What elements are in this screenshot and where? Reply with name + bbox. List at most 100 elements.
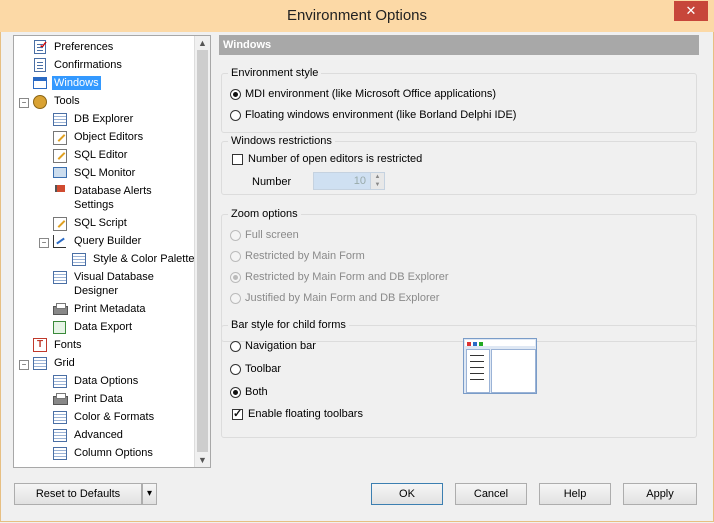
tree-item-windows[interactable]: Windows bbox=[32, 76, 101, 93]
full-screen-radio[interactable]: Full screen bbox=[230, 229, 299, 241]
toolbar-radio[interactable]: Toolbar bbox=[230, 363, 281, 375]
tree-item-label: Database Alerts Settings bbox=[74, 185, 152, 211]
color-formats-icon bbox=[52, 410, 68, 424]
panel-title: Windows bbox=[223, 39, 272, 51]
option-label: Justified by Main Form and DB Explorer bbox=[245, 292, 440, 304]
preview-toolbar bbox=[465, 340, 535, 346]
preview-green-icon bbox=[479, 342, 483, 346]
tree-item-label: Object Editors bbox=[74, 131, 144, 143]
scroll-up-icon[interactable]: ▲ bbox=[195, 36, 210, 50]
collapse-grid-icon[interactable]: − bbox=[19, 360, 29, 370]
tree-item-label: SQL Monitor bbox=[74, 167, 136, 179]
tree-item-sql-monitor[interactable]: SQL Monitor bbox=[52, 166, 137, 183]
option-label: Full screen bbox=[245, 229, 299, 241]
tools-icon bbox=[32, 94, 48, 109]
tree-item-label: Confirmations bbox=[54, 59, 122, 71]
bar-style-group: Bar style for child forms Navigation bar… bbox=[221, 318, 697, 438]
dialog-body: Preferences Confirmations Windows − Tool… bbox=[0, 32, 714, 522]
preview-red-icon bbox=[467, 342, 471, 346]
checkbox-icon bbox=[232, 407, 243, 420]
tree-item-database-alerts-settings[interactable]: Database Alerts Settings bbox=[52, 184, 168, 211]
tree-item-preferences[interactable]: Preferences bbox=[32, 39, 115, 57]
tree-item-print-metadata[interactable]: Print Metadata bbox=[52, 302, 148, 319]
tree-item-advanced[interactable]: Advanced bbox=[52, 428, 125, 445]
floating-windows-radio[interactable]: Floating windows environment (like Borla… bbox=[230, 109, 516, 121]
navigation-bar-radio[interactable]: Navigation bar bbox=[230, 340, 316, 352]
collapse-query-builder-icon[interactable]: − bbox=[39, 238, 49, 248]
tree-item-label: SQL Script bbox=[74, 217, 127, 229]
number-stepper[interactable]: 10 ▲ ▼ bbox=[313, 172, 385, 190]
tree-item-fonts[interactable]: T Fonts bbox=[32, 338, 84, 355]
tree-item-sql-script[interactable]: SQL Script bbox=[52, 216, 129, 233]
restricted-main-form-radio[interactable]: Restricted by Main Form bbox=[230, 250, 365, 262]
enable-floating-toolbars-checkbox[interactable]: Enable floating toolbars bbox=[232, 407, 363, 420]
tree-item-query-builder[interactable]: Query Builder bbox=[52, 234, 143, 251]
option-label: Enable floating toolbars bbox=[248, 408, 363, 420]
restrict-editors-checkbox[interactable]: Number of open editors is restricted bbox=[232, 153, 422, 165]
tree-item-confirmations[interactable]: Confirmations bbox=[32, 58, 124, 75]
group-title: Zoom options bbox=[228, 207, 301, 221]
sql-editor-icon bbox=[52, 148, 68, 163]
mdi-environment-radio[interactable]: MDI environment (like Microsoft Office a… bbox=[230, 88, 496, 100]
tree-item-label: DB Explorer bbox=[74, 113, 134, 125]
group-title: Bar style for child forms bbox=[228, 318, 349, 332]
palette-icon bbox=[71, 252, 87, 266]
tree-item-object-editors[interactable]: Object Editors bbox=[52, 130, 145, 147]
windows-restrictions-group: Windows restrictions Number of open edit… bbox=[221, 134, 697, 195]
preview-line bbox=[470, 367, 484, 368]
printer-icon bbox=[52, 302, 68, 316]
stepper-arrows-icon[interactable]: ▲ ▼ bbox=[370, 173, 384, 189]
reset-to-defaults-button[interactable]: Reset to Defaults bbox=[14, 483, 142, 505]
sql-monitor-icon bbox=[52, 166, 68, 180]
preview-navbar bbox=[466, 349, 490, 393]
apply-button[interactable]: Apply bbox=[623, 483, 697, 505]
scroll-down-icon[interactable]: ▼ bbox=[195, 453, 210, 467]
tree-item-sql-editor[interactable]: SQL Editor bbox=[52, 148, 129, 165]
preview-line bbox=[470, 373, 484, 374]
tree-item-visual-database-designer[interactable]: Visual Database Designer bbox=[52, 270, 168, 297]
tree-item-label: Data Export bbox=[74, 321, 133, 333]
ok-button[interactable]: OK bbox=[371, 483, 443, 505]
reset-dropdown-arrow-icon[interactable]: ▾ bbox=[142, 483, 157, 505]
tree-item-label: SQL Editor bbox=[74, 149, 128, 161]
cancel-button[interactable]: Cancel bbox=[455, 483, 527, 505]
preview-line bbox=[470, 379, 484, 380]
confirmations-icon bbox=[32, 58, 48, 72]
tree-item-color-formats[interactable]: Color & Formats bbox=[52, 410, 156, 427]
tree-item-data-options[interactable]: Data Options bbox=[52, 374, 140, 391]
advanced-icon bbox=[52, 428, 68, 442]
close-button[interactable]: ✕ bbox=[674, 1, 708, 21]
restricted-main-form-db-explorer-radio[interactable]: Restricted by Main Form and DB Explorer bbox=[230, 271, 449, 283]
tree-item-tools[interactable]: Tools bbox=[32, 94, 82, 111]
button-label: OK bbox=[399, 488, 415, 500]
group-title: Environment style bbox=[228, 66, 322, 80]
radio-icon bbox=[230, 229, 241, 241]
scroll-thumb[interactable] bbox=[197, 50, 208, 452]
environment-style-group: Environment style MDI environment (like … bbox=[221, 66, 697, 133]
tree-scrollbar[interactable]: ▲ ▼ bbox=[194, 36, 210, 467]
preferences-icon bbox=[32, 39, 48, 54]
tree-item-label: Visual Database Designer bbox=[74, 271, 154, 297]
tree-item-data-export[interactable]: Data Export bbox=[52, 320, 134, 337]
radio-icon bbox=[230, 340, 241, 352]
font-icon: T bbox=[32, 338, 48, 352]
tree-item-db-explorer[interactable]: DB Explorer bbox=[52, 112, 135, 129]
help-button[interactable]: Help bbox=[539, 483, 611, 505]
both-radio[interactable]: Both bbox=[230, 386, 268, 398]
designer-icon bbox=[52, 270, 68, 284]
db-explorer-icon bbox=[52, 112, 68, 126]
tree-item-label: Data Options bbox=[74, 375, 139, 387]
tree-item-label: Style & Color Palette bbox=[93, 253, 195, 265]
option-label: Number of open editors is restricted bbox=[248, 153, 423, 165]
tree-item-grid[interactable]: Grid bbox=[32, 356, 77, 373]
preview-line bbox=[470, 361, 484, 362]
option-label: Restricted by Main Form bbox=[245, 250, 365, 262]
tree-item-column-options[interactable]: Column Options bbox=[52, 446, 155, 463]
justified-main-form-db-explorer-radio[interactable]: Justified by Main Form and DB Explorer bbox=[230, 292, 439, 304]
tree-item-style-color-palette[interactable]: Style & Color Palette bbox=[71, 252, 197, 269]
collapse-tools-icon[interactable]: − bbox=[19, 98, 29, 108]
tree-item-print-data[interactable]: Print Data bbox=[52, 392, 125, 409]
number-label-text: Number bbox=[252, 176, 292, 188]
number-label: Number bbox=[252, 176, 291, 188]
option-label: Both bbox=[245, 386, 268, 398]
